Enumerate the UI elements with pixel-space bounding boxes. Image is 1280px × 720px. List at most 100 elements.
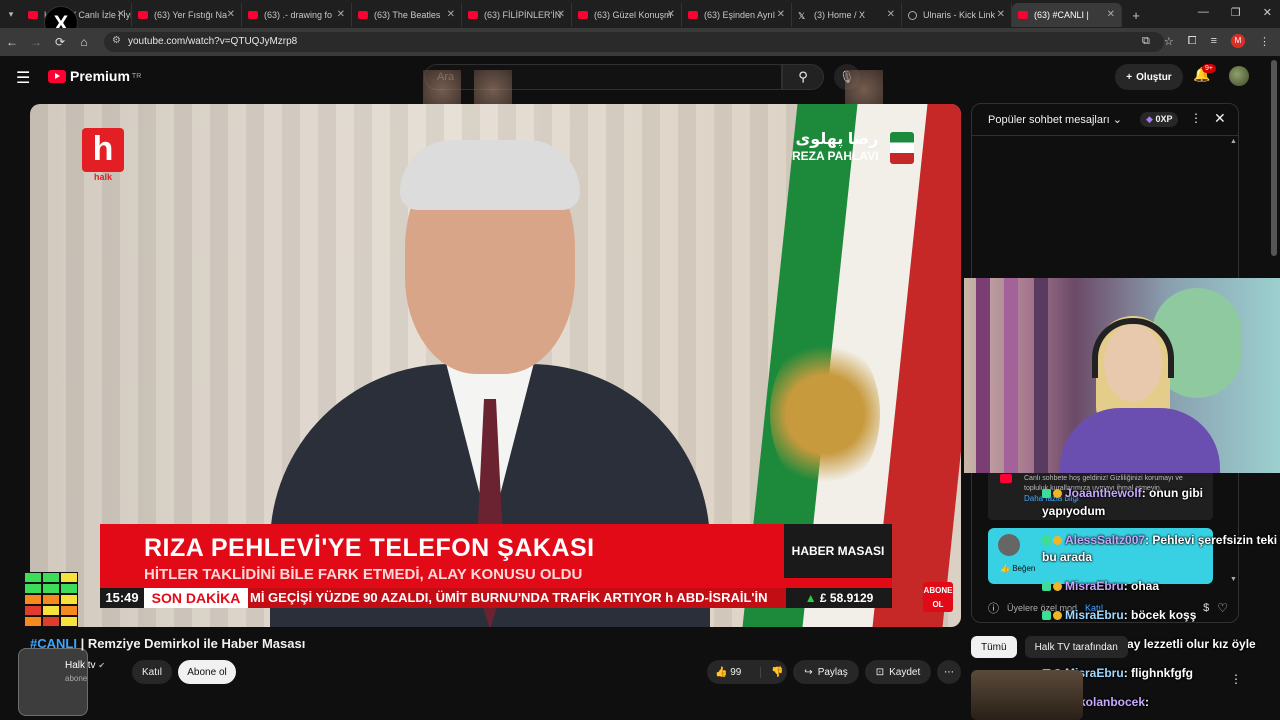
scroll-down-arrow-icon[interactable]: ▼ [1230, 576, 1237, 583]
search-icon: ⚲ [798, 69, 808, 84]
search-button[interactable]: ⚲ [782, 64, 824, 90]
tab-search-chevron-icon[interactable]: ▾ [0, 9, 22, 20]
page-scrollbar[interactable] [1271, 60, 1277, 256]
halk-tv-logo: h halk [82, 128, 124, 186]
tab-close-icon[interactable]: ✕ [887, 9, 895, 20]
minimize-icon[interactable]: — [1198, 6, 1209, 19]
like-count: 99 [730, 666, 742, 678]
tab-close-icon[interactable]: ✕ [227, 9, 235, 20]
url-field[interactable]: ⚙ youtube.com/watch?v=QTUQJyMzrp8 [104, 32, 1164, 52]
browser-tab[interactable]: (63) Güzel Konuşm ✕ [572, 3, 682, 27]
home-icon[interactable]: ⌂ [72, 35, 96, 49]
youtube-header: ☰ Premium TR Ara ⚲ 🎙 + Oluştur 🔔 9+ [0, 56, 1280, 98]
close-chat-icon[interactable]: ✕ [1214, 110, 1226, 127]
tab-close-icon[interactable]: ✕ [117, 9, 125, 20]
create-button[interactable]: + Oluştur [1115, 64, 1183, 90]
rubiks-cube-overlay [24, 572, 78, 638]
chat-text: : ay lezzetli olur kız öyle [1119, 637, 1256, 651]
overlay-chat-message: Joaanthewolf: onun gibi [1042, 486, 1203, 500]
youtube-premium-logo[interactable]: Premium TR [48, 68, 141, 84]
chat-mode-label: Popüler sohbet mesajları [988, 114, 1110, 126]
browser-tab[interactable]: (63) Yer Fıstığı Na ✕ [132, 3, 242, 27]
site-info-icon[interactable]: ⚙ [112, 35, 121, 46]
filter-chip-channel[interactable]: Halk TV tarafından [1024, 636, 1128, 658]
pinned-like-button[interactable]: 👍 Beğen [1000, 564, 1035, 573]
reload-icon[interactable]: ⟳ [48, 35, 72, 49]
video-player[interactable]: h halk رضا پهلوی REZA PAHLAVI RIZA PEHLE… [30, 104, 961, 627]
extensions-icon[interactable]: ⧠ [1188, 35, 1197, 48]
headline-banner: RIZA PEHLEVİ'YE TELEFON ŞAKASI HİTLER TA… [100, 524, 892, 590]
profile-avatar[interactable]: M [1231, 34, 1245, 48]
reading-list-icon[interactable]: ≡ [1211, 35, 1217, 47]
join-button[interactable]: Katıl [132, 660, 172, 684]
tab-close-icon[interactable]: ✕ [777, 9, 785, 20]
browser-menu-icon[interactable]: ⋮ [1259, 35, 1270, 48]
more-actions-button[interactable]: ⋯ [937, 660, 961, 684]
tab-close-icon[interactable]: ✕ [447, 9, 455, 20]
lion-and-sun-emblem [770, 334, 880, 494]
browser-tab[interactable]: (63) The Beatles ✕ [352, 3, 462, 27]
guest-name-farsi: رضا پهلوی [795, 131, 879, 148]
channel-info[interactable]: Halk tv ✔ abone [65, 660, 105, 683]
account-avatar[interactable] [1229, 66, 1249, 86]
chat-mode-dropdown[interactable]: Popüler sohbet mesajları ⌄ [988, 113, 1122, 126]
chat-text: : böcek koşş [1123, 608, 1197, 622]
tab-close-icon[interactable]: ✕ [337, 9, 345, 20]
close-window-icon[interactable]: ✕ [1263, 6, 1272, 19]
menu-hamburger-icon[interactable]: ☰ [16, 68, 30, 88]
chat-options-icon[interactable]: ⋮ [1190, 111, 1202, 125]
scroll-up-arrow-icon[interactable]: ▲ [1230, 138, 1237, 145]
up-arrow-icon: ▲ [804, 591, 817, 605]
info-icon[interactable]: ⓘ [988, 600, 999, 616]
title-hashtag[interactable]: #CANLI [30, 636, 77, 651]
guest-emblem-icon [890, 132, 914, 164]
points-badge[interactable]: ◆ 0XP [1140, 112, 1179, 127]
forward-arrow-icon[interactable]: → [24, 35, 48, 49]
toolbar-right: ⧉ ☆ ⧠ ≡ M ⋮ [1142, 34, 1270, 48]
youtube-favicon-icon [28, 11, 38, 19]
heart-icon[interactable]: ♡ [1217, 601, 1228, 615]
browser-tab[interactable]: 𝕏 (3) Home / X ✕ [792, 3, 902, 27]
browser-tab[interactable]: Ulnaris - Kick Link ✕ [902, 3, 1012, 27]
pinned-avatar [998, 534, 1020, 556]
back-arrow-icon[interactable]: ← [0, 35, 24, 49]
recommended-more-icon[interactable]: ⋮ [1230, 672, 1242, 686]
badge-icon [1042, 611, 1051, 621]
install-app-icon[interactable]: ⧉ [1142, 35, 1150, 48]
chat-username: AlessSaltz007 [1065, 533, 1146, 547]
video-title: #CANLI | Remziye Demirkol ile Haber Masa… [30, 636, 305, 651]
new-tab-button[interactable]: + [1122, 3, 1150, 27]
browser-tab[interactable]: (63) .- drawing fo ✕ [242, 3, 352, 27]
super-chat-icon[interactable]: $ [1203, 602, 1209, 614]
subscribe-button[interactable]: Abone ol [178, 660, 236, 684]
level-badge-icon [1053, 611, 1062, 621]
youtube-favicon-icon [578, 11, 588, 19]
level-badge-icon [1053, 582, 1062, 592]
browser-tab[interactable]: (63) Eşinden Ayrıl ✕ [682, 3, 792, 27]
tab-title: (63) FİLİPİNLER'İN [484, 10, 562, 20]
bookshelf [1034, 278, 1048, 473]
recommended-video-thumbnail[interactable] [971, 670, 1083, 720]
tab-close-icon[interactable]: ✕ [1107, 9, 1115, 20]
browser-tab[interactable]: (63) FİLİPİNLER'İN ✕ [462, 3, 572, 27]
tab-close-icon[interactable]: ✕ [997, 9, 1005, 20]
tab-title: (3) Home / X [814, 10, 866, 20]
dislike-button[interactable]: 👎 [760, 666, 784, 678]
chat-text: yapıyodum [1042, 504, 1106, 518]
channel-name[interactable]: Halk tv [65, 660, 96, 671]
filter-chip-all[interactable]: Tümü [971, 636, 1017, 658]
restore-icon[interactable]: ❐ [1231, 6, 1241, 19]
share-button[interactable]: ↪ Paylaş [793, 660, 859, 684]
like-button[interactable]: 👍 99 [715, 667, 741, 678]
bookmark-star-icon[interactable]: ☆ [1164, 35, 1174, 48]
headline-text: RIZA PEHLEVİ'YE TELEFON ŞAKASI [144, 534, 595, 562]
tab-close-icon[interactable]: ✕ [667, 9, 675, 20]
tab-close-icon[interactable]: ✕ [557, 9, 565, 20]
tab-title: (63) The Beatles [374, 10, 441, 20]
save-button[interactable]: ⊡ Kaydet [865, 660, 931, 684]
thumbs-up-icon: 👍 [715, 666, 728, 678]
pinned-like-label: Beğen [1012, 564, 1036, 573]
chat-text: bu arada [1042, 550, 1093, 564]
tab-title: (63) Güzel Konuşm [594, 10, 672, 20]
browser-tab[interactable]: (63) #CANLI | ✕ [1012, 3, 1122, 27]
